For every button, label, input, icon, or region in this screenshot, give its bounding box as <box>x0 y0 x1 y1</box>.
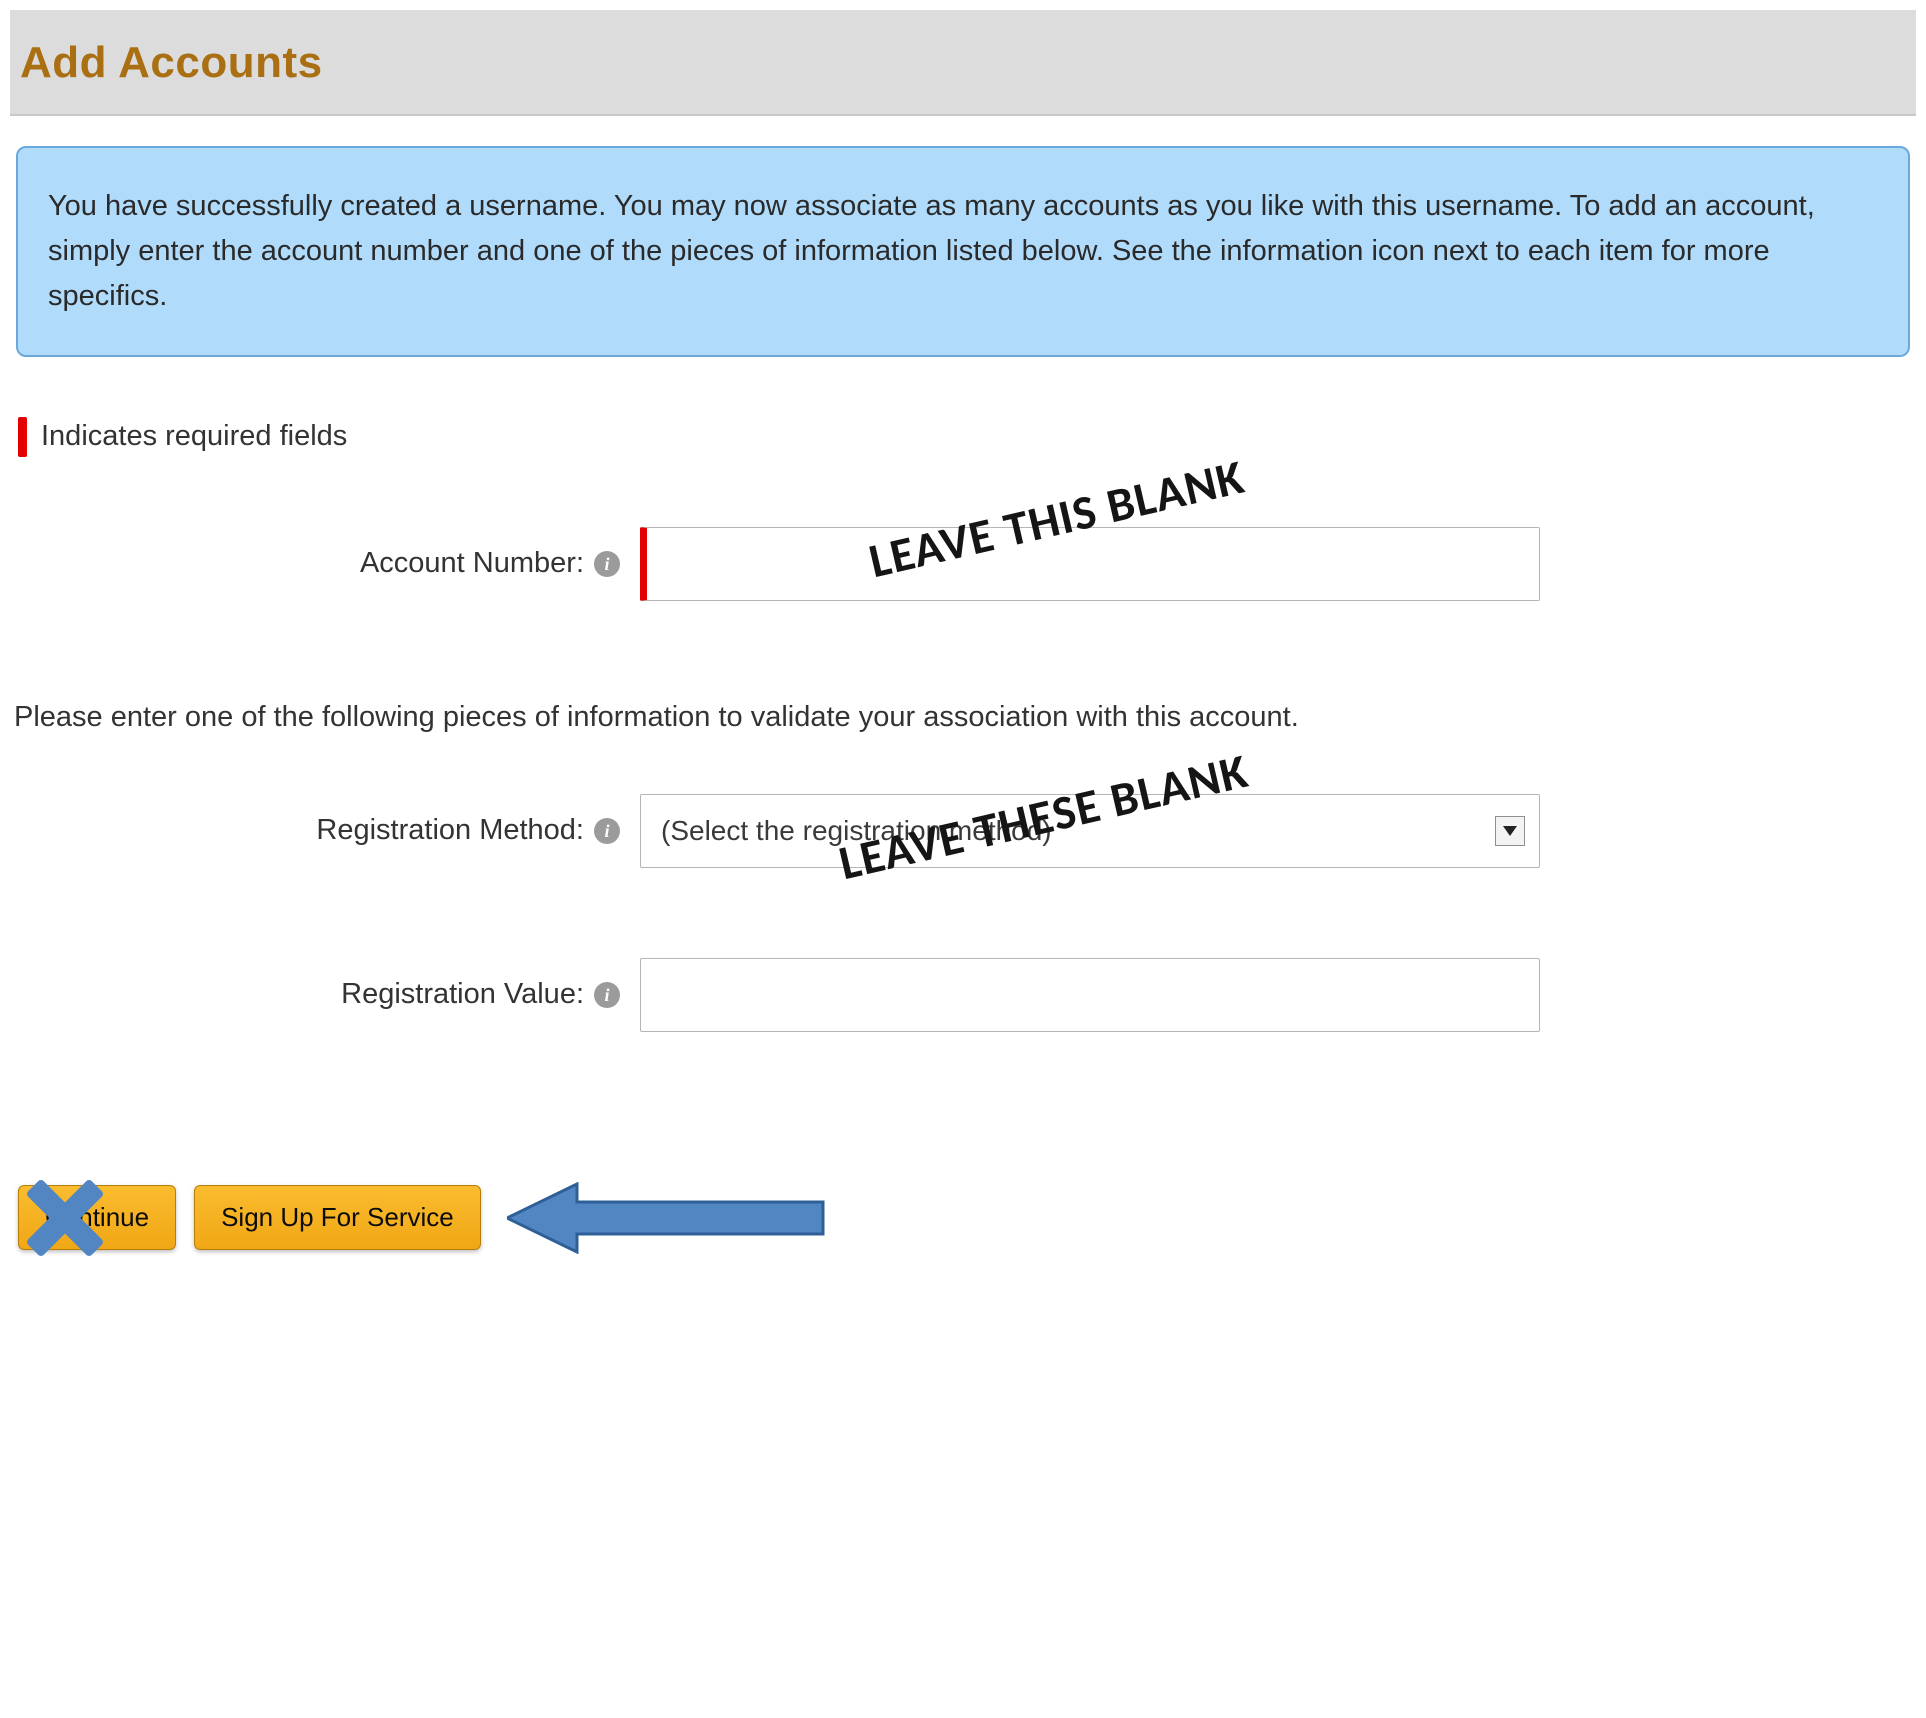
info-icon[interactable]: i <box>594 818 620 844</box>
action-bar: Continue Sign Up For Service <box>10 1182 1916 1254</box>
sign-up-for-service-button[interactable]: Sign Up For Service <box>194 1185 481 1250</box>
chevron-down-icon <box>1495 816 1525 846</box>
account-number-label: Account Number: <box>360 547 584 580</box>
account-number-input[interactable] <box>640 527 1540 601</box>
required-fields-note: Indicates required fields <box>18 417 1916 457</box>
registration-value-input[interactable] <box>640 958 1540 1032</box>
registration-method-select[interactable]: (Select the registration method) <box>640 794 1540 868</box>
registration-value-row: Registration Value: i <box>10 958 1916 1032</box>
page-title: Add Accounts <box>20 38 1906 88</box>
registration-method-row: Registration Method: i (Select the regis… <box>10 794 1916 868</box>
continue-button[interactable]: Continue <box>18 1185 176 1250</box>
required-note-text: Indicates required fields <box>41 420 347 453</box>
page-header: Add Accounts <box>10 10 1916 116</box>
arrow-left-icon <box>507 1182 827 1254</box>
account-number-row: Account Number: i LEAVE THIS BLANK <box>10 527 1916 601</box>
registration-method-selected: (Select the registration method) <box>661 815 1052 847</box>
info-icon[interactable]: i <box>594 982 620 1008</box>
validation-instruction: Please enter one of the following pieces… <box>14 701 1916 734</box>
info-box-text: You have successfully created a username… <box>48 190 1815 312</box>
required-indicator-bar <box>18 417 27 457</box>
registration-method-label: Registration Method: <box>316 814 584 847</box>
info-icon[interactable]: i <box>594 551 620 577</box>
success-info-box: You have successfully created a username… <box>16 146 1910 357</box>
registration-value-label: Registration Value: <box>341 978 584 1011</box>
